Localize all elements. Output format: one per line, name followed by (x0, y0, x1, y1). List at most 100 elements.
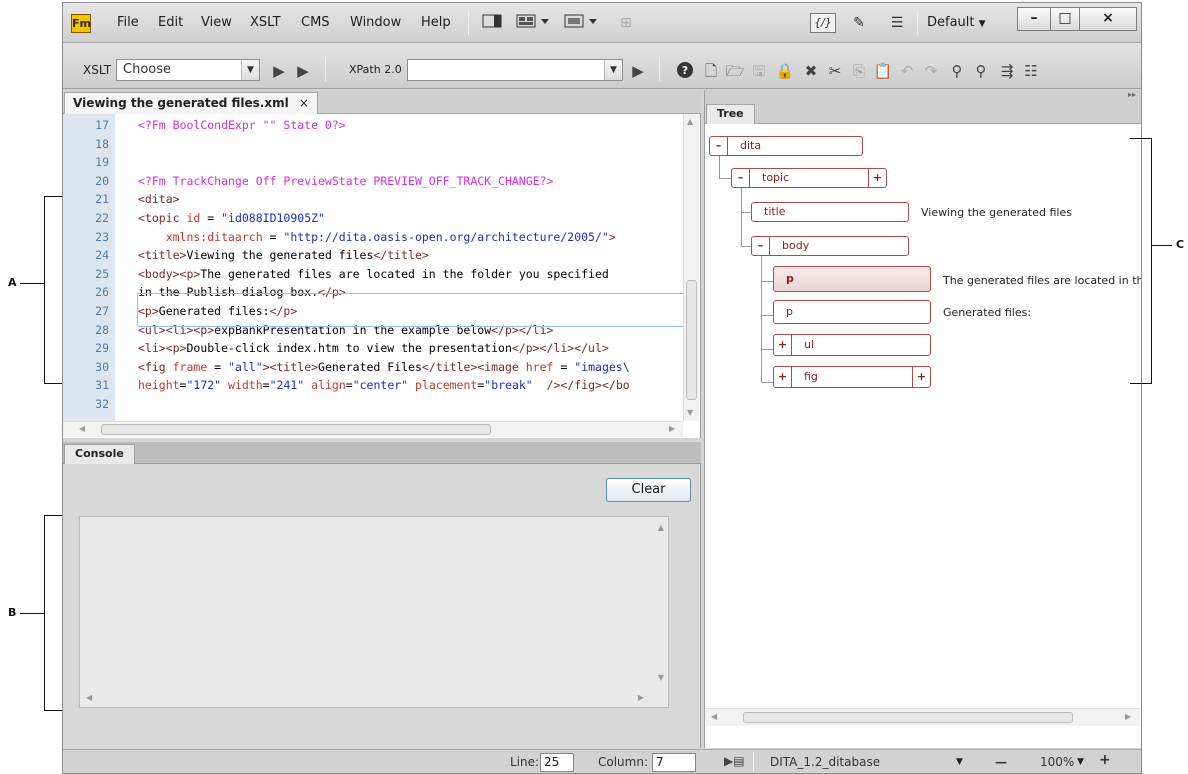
code-token: "241" (269, 378, 312, 393)
run-xpath-icon[interactable]: ▶ (628, 61, 648, 81)
zoom-level[interactable]: 100% (1040, 755, 1074, 769)
expand-icon[interactable]: + (774, 335, 792, 355)
code-token: </title><image (421, 359, 526, 374)
scroll-left-icon[interactable]: ◀ (711, 712, 717, 721)
tab-console[interactable]: Console (64, 444, 135, 464)
clear-button[interactable]: Clear (606, 478, 691, 502)
xslt-toolbar: XSLT Choose ▼ ▶ ▶ XPath 2.0 ▼ ▶ ? 🗋 🗁 🖫 🔒… (63, 43, 1141, 89)
column-label: Column: (598, 755, 648, 769)
tree-node-title[interactable]: title (751, 202, 909, 222)
screen-mode-icon[interactable] (563, 13, 601, 33)
minimize-button[interactable]: – (1017, 7, 1051, 31)
collapse-icon[interactable]: – (732, 169, 750, 187)
tree-node-p-selected[interactable]: p (773, 266, 931, 292)
zoom-out-button[interactable]: — (995, 755, 1007, 769)
code-token: <body> (138, 266, 180, 281)
zoom-in-button[interactable]: + (1099, 752, 1111, 768)
xml-code-view-icon[interactable]: {/} (810, 13, 836, 33)
save-icon[interactable]: 🖫 (749, 61, 769, 81)
column-field[interactable]: 7 (652, 753, 696, 772)
tree-node-ul[interactable]: + ul (773, 334, 931, 356)
paragraph-text: The generated files are located in the (943, 274, 1142, 287)
document-info-icon[interactable]: ▶▤ (724, 754, 745, 768)
layout-menu-icon[interactable] (515, 13, 553, 33)
tree-node-fig[interactable]: + fig + (773, 366, 931, 388)
line-number: 31 (95, 378, 109, 393)
cut-icon[interactable]: ✂ (825, 61, 845, 81)
scroll-thumb[interactable] (743, 712, 1073, 723)
tree-node-body[interactable]: – body (751, 236, 909, 256)
structure-icon[interactable]: ⊞ (616, 13, 636, 33)
code-token: placement (415, 378, 478, 393)
maximize-button[interactable]: □ (1050, 7, 1080, 31)
run-step-icon[interactable]: ▶ (293, 61, 313, 81)
tab-document[interactable]: Viewing the generated files.xml × (64, 92, 318, 114)
tree-horizontal-scrollbar[interactable]: ◀ ▶ (705, 708, 1140, 726)
scroll-right-icon[interactable]: ▶ (1125, 712, 1131, 721)
tree-node-topic[interactable]: – topic + (731, 168, 887, 188)
line-field[interactable]: 25 (540, 753, 574, 772)
workspace-selector[interactable]: Default ▼ (927, 15, 986, 30)
pen-icon[interactable]: ✎ (849, 13, 869, 33)
callout-c-bracket (1130, 138, 1152, 384)
status-bar: Line: 25 Column: 7 ▶▤ DITA_1.2_ditabase … (63, 749, 1141, 773)
xslt-select[interactable]: Choose ▼ (116, 59, 260, 81)
scroll-up-icon[interactable]: ▲ (658, 523, 664, 532)
delete-icon[interactable]: ✖ (801, 61, 821, 81)
close-icon[interactable]: × (299, 96, 309, 110)
line-label: Line: (510, 755, 540, 769)
copy-icon[interactable]: ⎘ (849, 61, 869, 81)
scroll-up-icon[interactable]: ▲ (687, 117, 693, 126)
document-view-icon[interactable]: ☰ (887, 13, 907, 33)
console-tab-bar: Console (63, 442, 701, 464)
scroll-left-icon[interactable]: ◀ (79, 424, 85, 433)
menu-help[interactable]: Help (421, 15, 451, 30)
code-token: </p></li></ul> (511, 341, 609, 356)
close-button[interactable]: × (1079, 7, 1137, 31)
scroll-right-icon[interactable]: ▶ (669, 424, 675, 433)
tab-tree[interactable]: Tree (706, 104, 755, 124)
tree-node-p[interactable]: p (773, 300, 931, 324)
expand-icon[interactable]: + (774, 367, 792, 387)
indent-icon[interactable]: ⇶ (997, 61, 1017, 81)
search-icon[interactable]: ⚲ (971, 61, 991, 81)
open-folder-icon[interactable]: 🗁 (725, 61, 745, 81)
console-output[interactable]: ▲ ▼ ◀ ▶ (79, 516, 669, 708)
menu-file[interactable]: File (117, 15, 139, 30)
chevron-down-icon[interactable]: ▼ (1077, 757, 1084, 767)
undo-icon[interactable]: ↶ (897, 61, 917, 81)
scroll-right-icon[interactable]: ▶ (638, 693, 644, 702)
scroll-down-icon[interactable]: ▼ (658, 673, 664, 682)
scroll-down-icon[interactable]: ▼ (687, 408, 693, 417)
panel-collapse-icon[interactable]: ▸▸ (1128, 90, 1136, 99)
xpath-input[interactable]: ▼ (407, 59, 623, 81)
expand-icon[interactable]: + (868, 169, 886, 187)
doctype-selector[interactable]: DITA_1.2_ditabase (770, 755, 880, 769)
run-icon[interactable]: ▶ (269, 61, 289, 81)
chevron-down-icon[interactable]: ▼ (956, 757, 963, 767)
new-document-icon[interactable]: 🗋 (701, 61, 721, 81)
code-token: = (553, 359, 575, 374)
editor-horizontal-scrollbar[interactable]: ◀ ▶ (63, 421, 683, 437)
scroll-thumb[interactable] (686, 280, 697, 400)
editor-vertical-scrollbar[interactable]: ▲ ▼ (683, 114, 699, 421)
menu-xslt[interactable]: XSLT (250, 15, 281, 30)
tree-node-dita[interactable]: – dita (709, 136, 863, 156)
menu-cms[interactable]: CMS (301, 15, 330, 30)
find-replace-icon[interactable]: ⚲ (947, 61, 967, 81)
help-icon[interactable]: ? (675, 61, 695, 81)
scroll-left-icon[interactable]: ◀ (86, 693, 92, 702)
collapse-icon[interactable]: – (752, 237, 770, 255)
paste-icon[interactable]: 📋 (873, 61, 893, 81)
lock-icon[interactable]: 🔒 (775, 61, 795, 81)
collapse-icon[interactable]: – (710, 137, 728, 155)
line-number: 20 (95, 173, 109, 188)
menu-view[interactable]: View (201, 15, 232, 30)
scroll-thumb[interactable] (101, 424, 491, 435)
expand-icon[interactable]: + (912, 367, 930, 387)
menu-edit[interactable]: Edit (158, 15, 183, 30)
redo-icon[interactable]: ↷ (921, 61, 941, 81)
menu-window[interactable]: Window (350, 15, 401, 30)
format-icon[interactable]: ☷ (1021, 61, 1041, 81)
panel-layout-icon[interactable] (481, 13, 503, 33)
